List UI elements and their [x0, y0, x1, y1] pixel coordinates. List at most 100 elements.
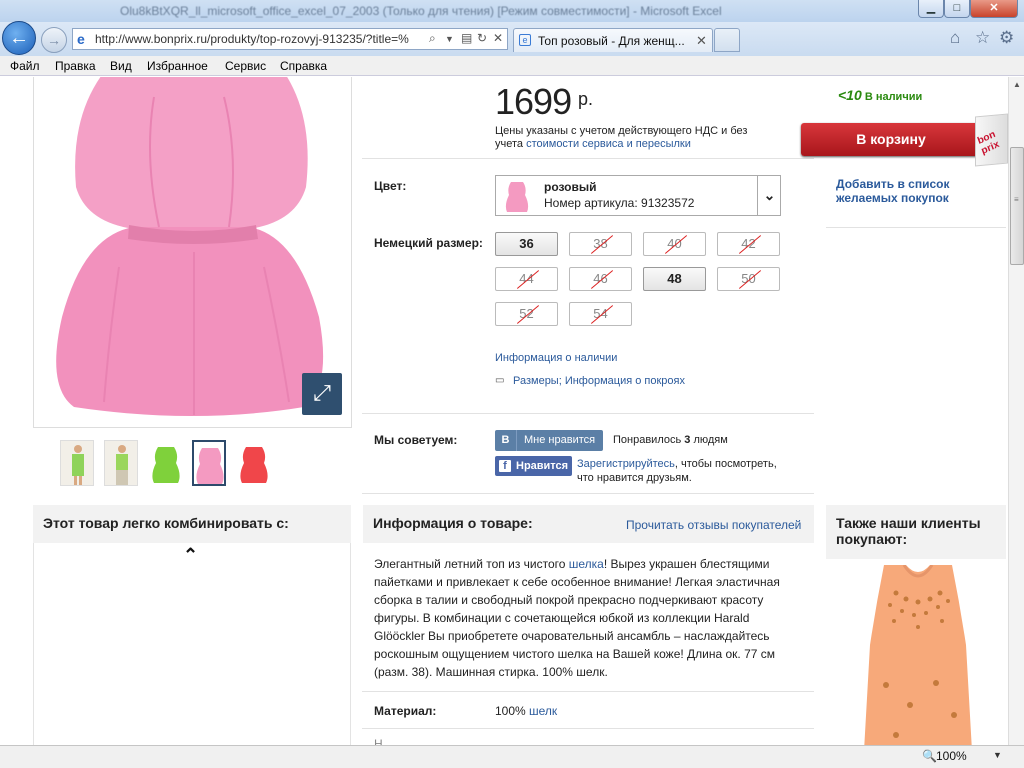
thumb-model-green-dress: [61, 441, 93, 485]
fb-like-label: Нравится: [516, 460, 569, 472]
vk-like-count: Понравилось 3 людям: [613, 434, 728, 446]
browser-tab[interactable]: e Топ розовый - Для женщ... ✕: [513, 28, 713, 52]
thumbnail-1[interactable]: [60, 440, 94, 486]
chevron-up-icon[interactable]: ⌃: [183, 545, 198, 566]
color-label: Цвет:: [374, 179, 407, 193]
minimize-button[interactable]: ▁: [918, 0, 944, 18]
search-icon[interactable]: ⌕: [429, 31, 436, 46]
address-bar[interactable]: e http://www.bonprix.ru/produkty/top-roz…: [72, 28, 508, 50]
size-button-52: 52: [495, 302, 558, 326]
shipping-cost-link[interactable]: стоимости сервиса и пересылки: [526, 138, 691, 150]
refresh-icon[interactable]: ↻: [477, 31, 487, 45]
facebook-icon: f: [499, 460, 511, 472]
also-bought-product-image[interactable]: [856, 565, 980, 745]
vertical-scrollbar[interactable]: ▲ ≡: [1008, 77, 1024, 745]
stock-count: <10: [838, 87, 862, 103]
size-button-36[interactable]: 36: [495, 232, 558, 256]
color-name: розовый: [544, 180, 597, 194]
ruler-icon: ▭: [495, 375, 505, 386]
compat-view-icon[interactable]: ▤: [461, 31, 472, 45]
chevron-down-icon[interactable]: ⌄: [757, 176, 781, 215]
size-label-text: 48: [667, 271, 682, 286]
size-button-40: 40: [643, 232, 706, 256]
favorites-star-icon[interactable]: ☆: [975, 28, 990, 48]
also-bought-title: Также наши клиенты покупают:: [826, 505, 1006, 559]
scrollbar-thumb[interactable]: ≡: [1010, 147, 1024, 265]
close-tab-icon[interactable]: ✕: [696, 33, 707, 49]
stock-text: В наличии: [864, 91, 923, 103]
shopping-bag-icon: bon prix: [975, 113, 1008, 167]
material-percent: 100%: [495, 704, 530, 718]
expand-image-button[interactable]: ⤢: [302, 373, 342, 415]
dropdown-icon[interactable]: ▼: [445, 34, 454, 44]
zoom-level[interactable]: 100%: [936, 749, 967, 763]
size-button-48[interactable]: 48: [643, 267, 706, 291]
add-to-cart-button[interactable]: В корзину: [801, 123, 981, 156]
zoom-icon: 🔍: [922, 749, 937, 763]
scroll-up-icon[interactable]: ▲: [1010, 77, 1024, 93]
color-select[interactable]: розовый Номер артикула: 91323572 ⌄: [495, 175, 781, 216]
url-text[interactable]: http://www.bonprix.ru/produkty/top-rozov…: [95, 32, 425, 46]
stock-info-link[interactable]: Информация о наличии: [495, 352, 617, 364]
fb-register-link[interactable]: Зарегистрируйтесь: [577, 458, 675, 470]
sizes-info-link[interactable]: Размеры; Информация о покроях: [513, 375, 685, 387]
back-button[interactable]: ←: [2, 21, 36, 55]
size-button-54: 54: [569, 302, 632, 326]
product-main-image[interactable]: ⤢: [33, 77, 352, 428]
size-button-46: 46: [569, 267, 632, 291]
bag-logo: bon prix: [976, 129, 1001, 157]
thumbnail-4-selected[interactable]: [192, 440, 226, 486]
title-bar: Olu8kBtXQR_ll_microsoft_office_excel_07_…: [0, 0, 1024, 22]
material-value: 100% шелк: [495, 704, 557, 718]
add-to-wishlist-link[interactable]: Добавить в список желаемых покупок: [836, 177, 986, 205]
description-text-rest: ! Вырез украшен блестящими пайетками и п…: [374, 557, 780, 679]
close-button[interactable]: ✕: [970, 0, 1018, 18]
menu-favorites[interactable]: Избранное: [147, 59, 208, 73]
size-button-38: 38: [569, 232, 632, 256]
divider: [362, 691, 814, 692]
thumb-green-top: [152, 447, 180, 483]
menu-bar: Файл Правка Вид Избранное Сервис Справка: [0, 56, 1024, 76]
ie-page-icon: e: [77, 31, 85, 47]
price-value: 1699: [495, 81, 572, 122]
zoom-dropdown-icon[interactable]: ▼: [993, 750, 1002, 760]
thumbnail-2[interactable]: [104, 440, 138, 486]
browser-window: { "browser": { "title": "Olu8kBtXQR_ll_m…: [0, 0, 1024, 768]
fb-register-text: Зарегистрируйтесь, чтобы посмотреть, что…: [577, 457, 787, 485]
size-button-50: 50: [717, 267, 780, 291]
forward-button[interactable]: →: [41, 27, 67, 53]
product-description: Элегантный летний топ из чистого шелка! …: [374, 555, 786, 681]
size-label-text: 36: [519, 236, 534, 251]
thumb-pink-top: [196, 448, 224, 484]
stock-status: <10 В наличии: [838, 87, 922, 103]
status-bar: 🔍 100% ▼: [0, 745, 1024, 768]
vk-like-button[interactable]: В Мне нравится: [495, 430, 603, 451]
silk-link[interactable]: шелка: [569, 557, 604, 571]
menu-edit[interactable]: Правка: [55, 59, 96, 73]
home-icon[interactable]: ⌂: [950, 28, 960, 48]
thumbnail-3[interactable]: [148, 440, 182, 486]
fb-like-button[interactable]: f Нравится: [495, 456, 572, 476]
combine-section-title: Этот товар легко комбинировать с:: [33, 505, 351, 543]
material-label: Материал:: [374, 704, 437, 718]
menu-view[interactable]: Вид: [110, 59, 132, 73]
material-silk-link[interactable]: шелк: [529, 704, 557, 718]
menu-tools[interactable]: Сервис: [225, 59, 266, 73]
color-swatch-image: [505, 182, 529, 212]
thumbnail-5[interactable]: [236, 440, 270, 486]
vk-count-prefix: Понравилось: [613, 434, 685, 446]
page-content: ⤢ 1699 р. Цены указаны с учетом действую…: [0, 77, 1008, 745]
grip-icon: ≡: [1014, 195, 1019, 204]
divider: [826, 227, 1006, 228]
divider: [362, 493, 814, 494]
back-arrow-icon: ←: [9, 27, 29, 49]
gear-icon[interactable]: ⚙: [999, 28, 1014, 48]
size-button-42: 42: [717, 232, 780, 256]
new-tab-button[interactable]: [714, 28, 740, 52]
menu-file[interactable]: Файл: [10, 59, 40, 73]
vk-logo-icon: В: [495, 430, 517, 451]
maximize-button[interactable]: □: [944, 0, 970, 18]
menu-help[interactable]: Справка: [280, 59, 327, 73]
read-reviews-link[interactable]: Прочитать отзывы покупателей: [626, 518, 801, 532]
stop-icon[interactable]: ✕: [493, 31, 503, 45]
